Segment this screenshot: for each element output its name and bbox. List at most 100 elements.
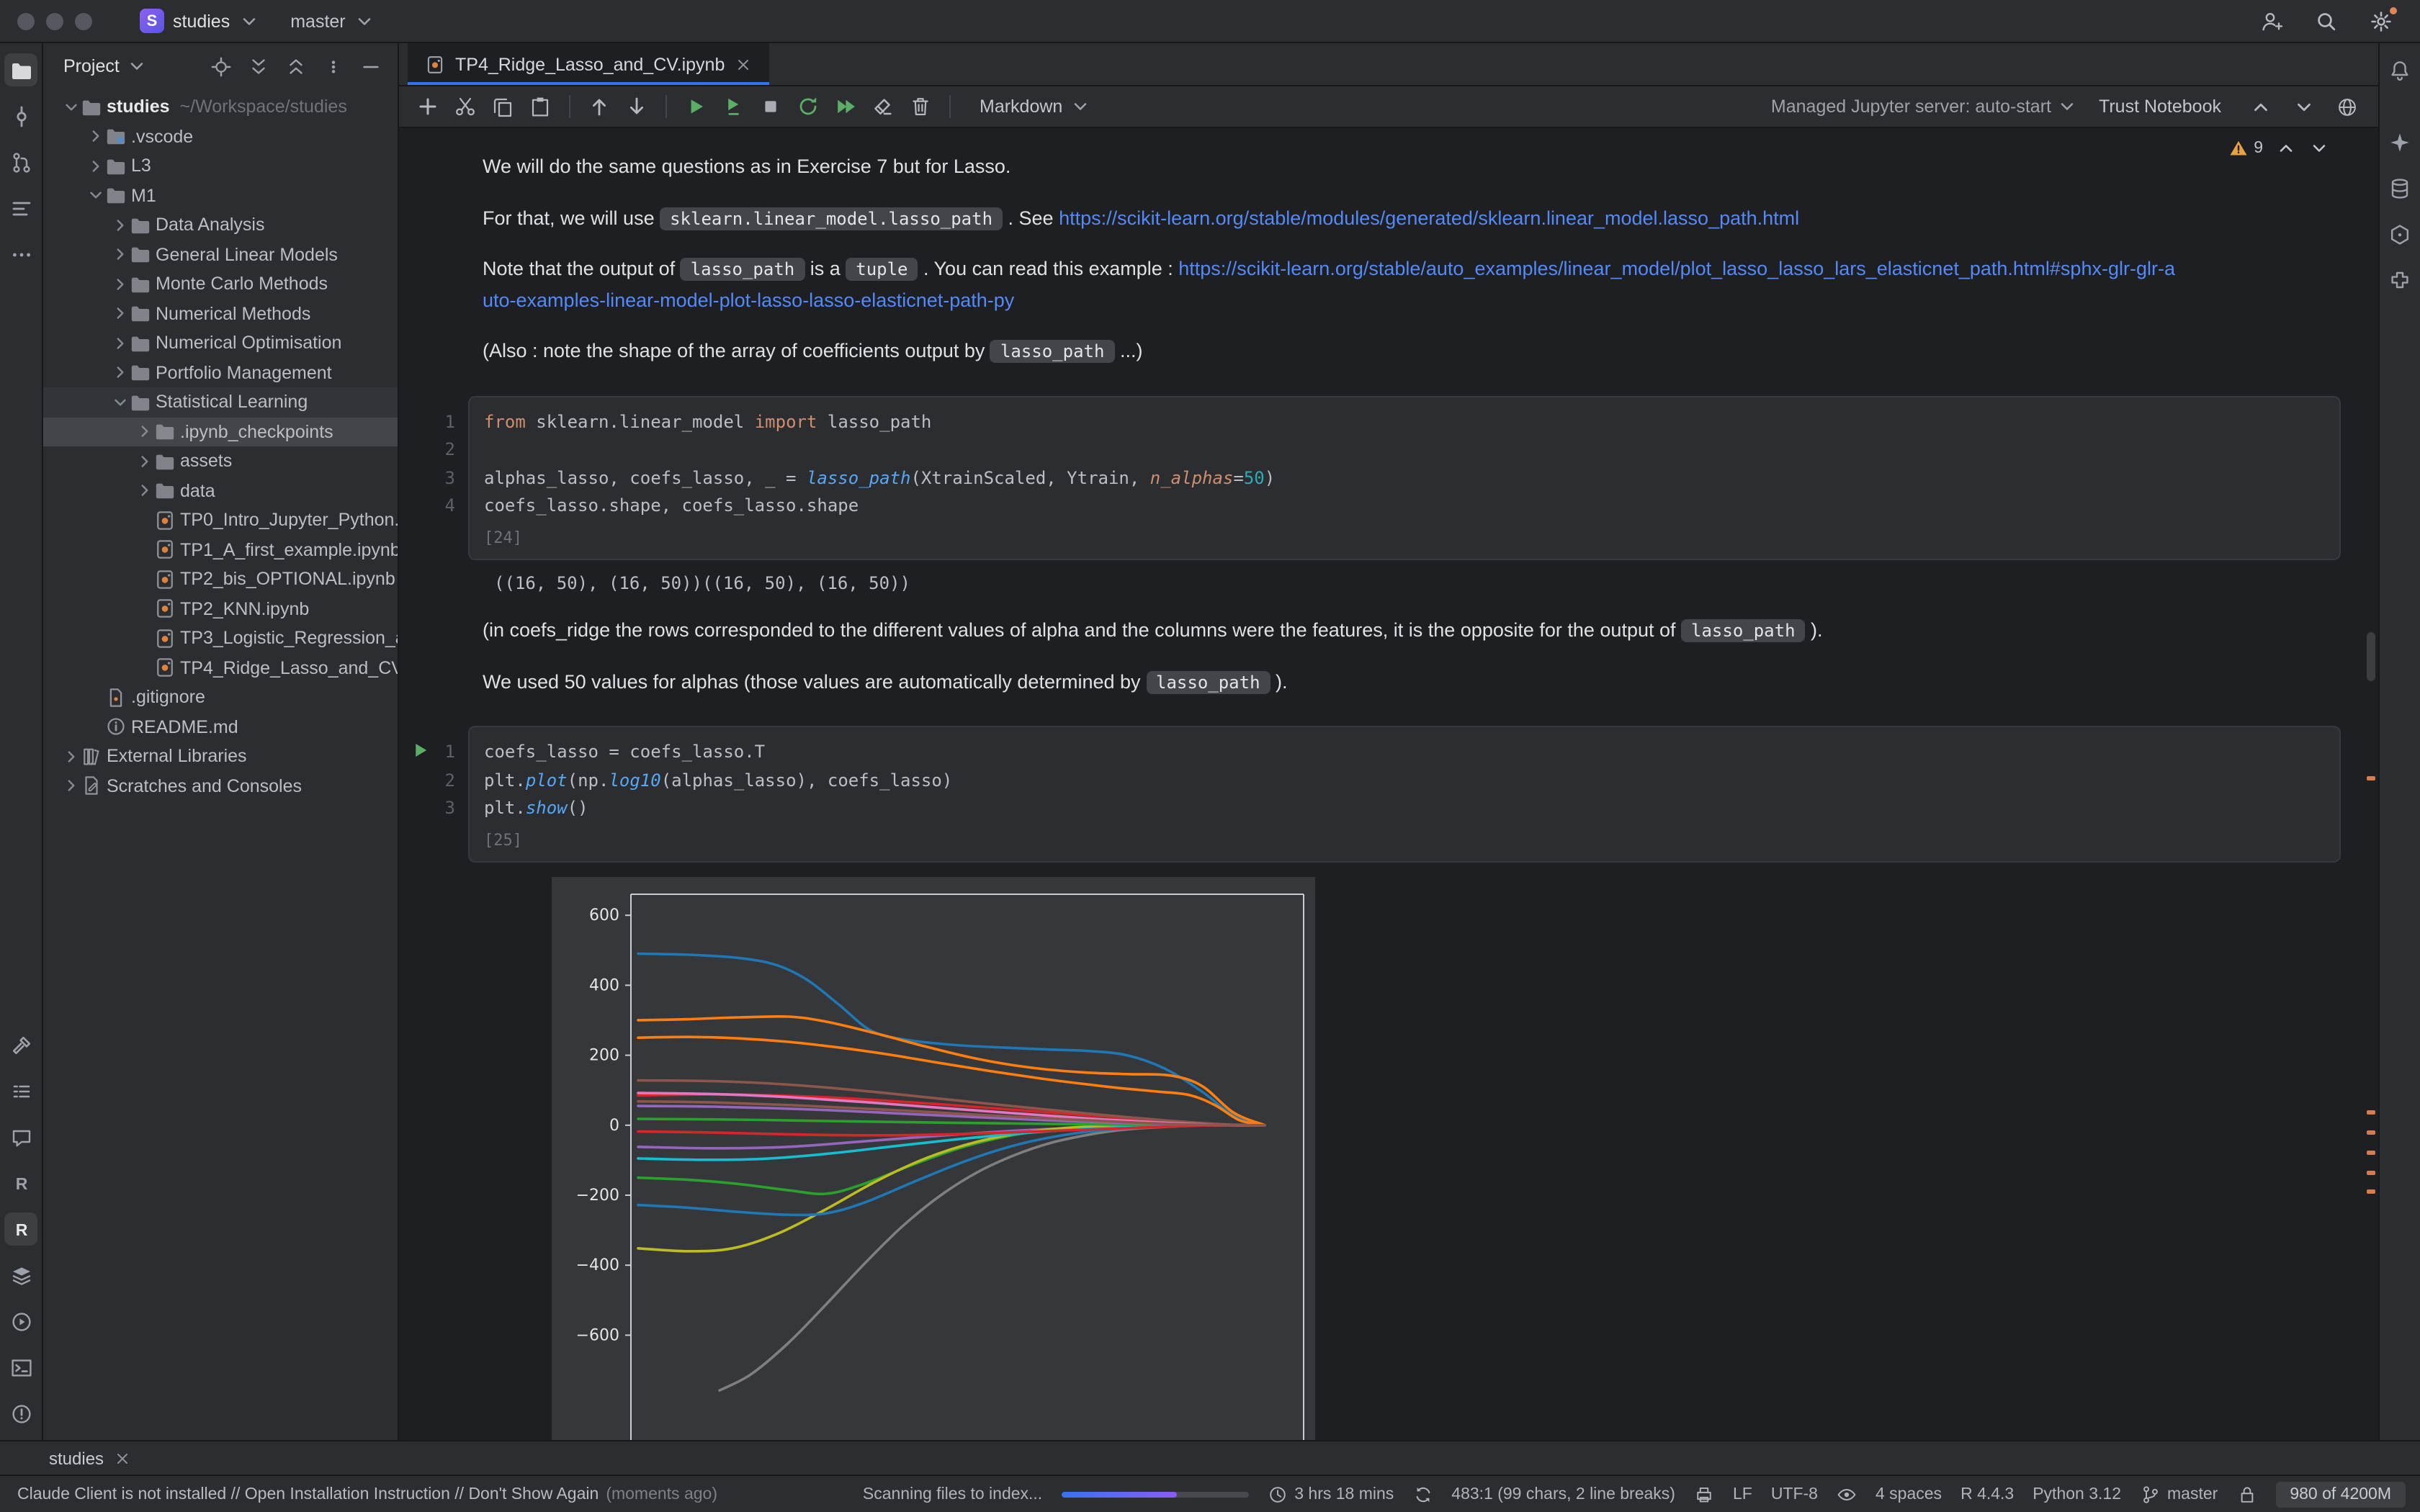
status-notification[interactable]: Claude Client is not installed // Open I…: [17, 1485, 717, 1503]
refresh-status[interactable]: [1412, 1484, 1433, 1504]
paste-cell-icon[interactable]: [523, 89, 557, 124]
tree-item-tp4-ridge-lasso-and-cv-ip[interactable]: TP4_Ridge_Lasso_and_CV.ip...: [43, 653, 398, 683]
tree-item-monte-carlo-methods[interactable]: Monte Carlo Methods: [43, 269, 398, 299]
notifications-icon[interactable]: [2383, 53, 2416, 86]
more-vertical-icon[interactable]: [321, 54, 346, 78]
more-icon[interactable]: [4, 238, 37, 271]
close-tab-icon[interactable]: [735, 55, 752, 73]
services-icon[interactable]: [4, 1305, 37, 1338]
collapse-all-icon[interactable]: [284, 54, 308, 78]
time-tracker[interactable]: 3 hrs 18 mins: [1267, 1484, 1394, 1504]
markdown-cell[interactable]: We used 50 values for alphas (those valu…: [399, 666, 1288, 697]
close-icon[interactable]: [114, 1449, 131, 1467]
search-icon[interactable]: [2311, 5, 2342, 37]
chevron-right-icon[interactable]: [109, 246, 130, 264]
chat-icon[interactable]: [4, 1120, 37, 1153]
printer-widget[interactable]: [1694, 1484, 1714, 1504]
error-stripe-mark[interactable]: [2367, 1130, 2375, 1135]
chevron-right-icon[interactable]: [134, 482, 154, 500]
clear-outputs-icon[interactable]: [866, 89, 900, 124]
tool-window-tab-studies[interactable]: studies: [49, 1448, 131, 1468]
tree-item-data-analysis[interactable]: Data Analysis: [43, 210, 398, 240]
chevron-right-icon[interactable]: [60, 777, 81, 796]
error-stripe-mark[interactable]: [2367, 1189, 2375, 1194]
run-cell-gutter-icon[interactable]: [412, 742, 429, 759]
chevron-down-icon[interactable]: [85, 186, 105, 205]
expand-all-icon[interactable]: [246, 54, 271, 78]
run-all-icon[interactable]: [828, 89, 863, 124]
error-stripe-mark[interactable]: [2367, 1171, 2375, 1175]
tree-item-tp2-bis-optional-ipynb[interactable]: TP2_bis_OPTIONAL.ipynb: [43, 564, 398, 594]
tree-item-scratches-and-consoles[interactable]: Scratches and Consoles: [43, 771, 398, 801]
chevron-down-icon[interactable]: [2286, 89, 2321, 124]
prev-problem-icon[interactable]: [2276, 138, 2296, 158]
locate-icon[interactable]: [209, 54, 233, 78]
chevron-right-icon[interactable]: [109, 305, 130, 323]
inspections-widget[interactable]: 9: [2228, 138, 2329, 158]
tree-item-gitignore[interactable]: .gitignore: [43, 683, 398, 712]
chevron-right-icon[interactable]: [109, 334, 130, 353]
caret-position[interactable]: 483:1 (99 chars, 2 line breaks): [1451, 1485, 1675, 1503]
pull-requests-icon[interactable]: [4, 145, 37, 179]
chevron-down-icon[interactable]: [60, 98, 81, 117]
tree-item-general-linear-models[interactable]: General Linear Models: [43, 240, 398, 269]
chevron-right-icon[interactable]: [134, 423, 154, 441]
link[interactable]: https://scikit-learn.org/stable/modules/…: [1059, 207, 1799, 228]
tab-tp4-ridge-lasso-and-cv[interactable]: TP4_Ridge_Lasso_and_CV.ipynb: [408, 43, 769, 85]
markdown-cell[interactable]: Note that the output of lasso_path is a …: [399, 253, 2185, 315]
error-stripe-mark[interactable]: [2367, 1110, 2375, 1115]
copy-cell-icon[interactable]: [485, 89, 520, 124]
restart-kernel-icon[interactable]: [791, 89, 825, 124]
tree-item-readme-md[interactable]: README.md: [43, 712, 398, 742]
build-icon[interactable]: [4, 1028, 37, 1061]
problems-icon[interactable]: [4, 1397, 37, 1430]
r-console-icon[interactable]: R: [4, 1166, 37, 1200]
chevron-right-icon[interactable]: [85, 127, 105, 146]
tree-item-tp3-logistic-regression-an[interactable]: TP3_Logistic_Regression_an...: [43, 624, 398, 653]
next-problem-icon[interactable]: [2309, 138, 2329, 158]
tree-item-vscode[interactable]: .vscode: [43, 122, 398, 151]
add-cell-icon[interactable]: [411, 89, 445, 124]
hide-icon[interactable]: [359, 54, 383, 78]
commit-icon[interactable]: [4, 99, 37, 132]
code-cell[interactable]: from sklearn.linear_model import lasso_p…: [468, 396, 2341, 560]
indent-style[interactable]: 4 spaces: [1876, 1485, 1942, 1503]
error-stripe[interactable]: [2364, 128, 2378, 1440]
cell-type-dropdown[interactable]: Markdown: [980, 96, 1090, 117]
tree-item-tp0-intro-jupyter-python-ip[interactable]: TP0_Intro_Jupyter_Python.ip...: [43, 505, 398, 535]
project-icon[interactable]: [4, 53, 37, 86]
tree-item-studies[interactable]: studies~/Workspace/studies: [43, 92, 398, 122]
settings-icon[interactable]: [2365, 5, 2397, 37]
python-packages-icon[interactable]: [4, 1259, 37, 1292]
line-separator[interactable]: LF: [1733, 1485, 1752, 1503]
tree-item-external-libraries[interactable]: External Libraries: [43, 742, 398, 771]
chevron-down-icon[interactable]: [109, 393, 130, 412]
maximize-window-button[interactable]: [75, 12, 92, 30]
error-stripe-mark[interactable]: [2367, 1151, 2375, 1155]
r-tools-icon[interactable]: R: [4, 1212, 37, 1246]
tree-item-statistical-learning[interactable]: Statistical Learning: [43, 387, 398, 417]
memory-indicator[interactable]: 980 of 4200M: [2275, 1481, 2406, 1507]
dependencies-icon[interactable]: [2383, 217, 2416, 251]
chevron-right-icon[interactable]: [60, 747, 81, 766]
tree-item-m1[interactable]: M1: [43, 181, 398, 210]
terminal-icon[interactable]: [4, 1351, 37, 1384]
user-plus-icon[interactable]: [2256, 5, 2287, 37]
tree-item-data[interactable]: data: [43, 476, 398, 505]
chevron-up-icon[interactable]: [2243, 89, 2277, 124]
git-branch[interactable]: master: [2140, 1484, 2218, 1504]
chevron-down-icon[interactable]: [127, 56, 147, 76]
chevron-right-icon[interactable]: [109, 216, 130, 235]
structure-icon[interactable]: [4, 192, 37, 225]
file-encoding[interactable]: UTF-8: [1771, 1485, 1818, 1503]
todo-icon[interactable]: [4, 1074, 37, 1107]
chevron-right-icon[interactable]: [109, 364, 130, 382]
chevron-right-icon[interactable]: [134, 452, 154, 471]
chevron-right-icon[interactable]: [109, 275, 130, 294]
markdown-cell[interactable]: For that, we will use sklearn.linear_mod…: [399, 202, 1799, 233]
markdown-cell[interactable]: We will do the same questions as in Exer…: [399, 151, 1010, 182]
run-cell-icon[interactable]: [678, 89, 713, 124]
tree-item-ipynb-checkpoints[interactable]: .ipynb_checkpoints: [43, 417, 398, 446]
tree-item-numerical-optimisation[interactable]: Numerical Optimisation: [43, 328, 398, 358]
tree-item-tp1-a-first-example-ipynb[interactable]: TP1_A_first_example.ipynb: [43, 535, 398, 564]
